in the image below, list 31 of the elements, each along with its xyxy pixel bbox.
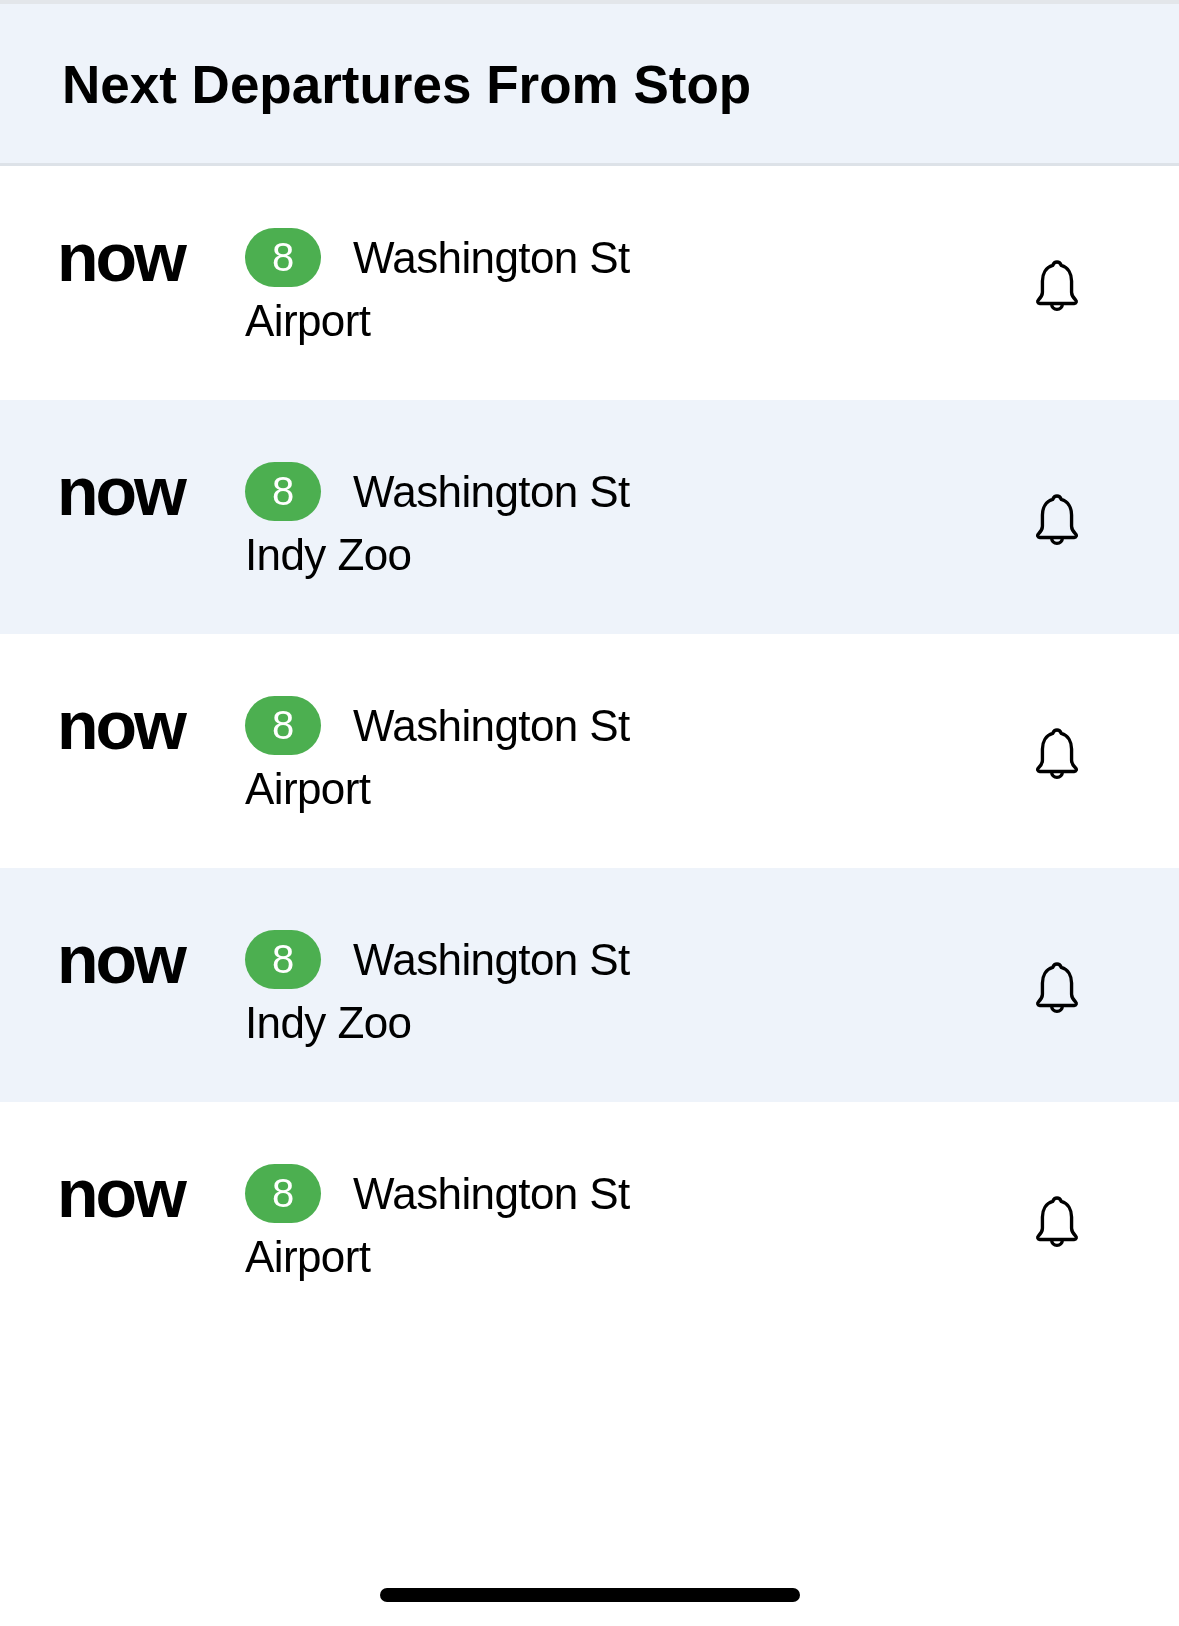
departure-time: now: [57, 696, 186, 755]
departure-row[interactable]: now 8 Washington St Indy Zoo: [0, 868, 1179, 1102]
street-name: Washington St: [353, 465, 630, 518]
route-badge: 8: [245, 228, 321, 287]
destination-name: Indy Zoo: [245, 529, 413, 581]
street-name: Washington St: [353, 699, 630, 752]
departure-time: now: [57, 1164, 186, 1223]
street-name: Washington St: [353, 933, 630, 986]
destination-name: Airport: [245, 763, 372, 815]
destination-name: Indy Zoo: [245, 997, 413, 1049]
departure-row[interactable]: now 8 Washington St Airport: [0, 634, 1179, 868]
bell-icon[interactable]: [1034, 260, 1080, 312]
route-badge: 8: [245, 1164, 321, 1223]
route-badge: 8: [245, 696, 321, 755]
street-name: Washington St: [353, 1167, 630, 1220]
bell-icon[interactable]: [1034, 1196, 1080, 1248]
departure-row[interactable]: now 8 Washington St Airport: [0, 1102, 1179, 1336]
departure-time: now: [57, 930, 186, 989]
street-name: Washington St: [353, 231, 630, 284]
bell-icon[interactable]: [1034, 728, 1080, 780]
route-badge: 8: [245, 930, 321, 989]
bell-icon[interactable]: [1034, 494, 1080, 546]
departure-row[interactable]: now 8 Washington St Indy Zoo: [0, 400, 1179, 634]
departure-time: now: [57, 462, 186, 521]
bell-icon[interactable]: [1034, 962, 1080, 1014]
header-title: Next Departures From Stop: [62, 54, 752, 115]
route-badge: 8: [245, 462, 321, 521]
destination-name: Airport: [245, 1231, 372, 1283]
departure-row[interactable]: now 8 Washington St Airport: [0, 166, 1179, 400]
destination-name: Airport: [245, 295, 372, 347]
departure-time: now: [57, 228, 186, 287]
